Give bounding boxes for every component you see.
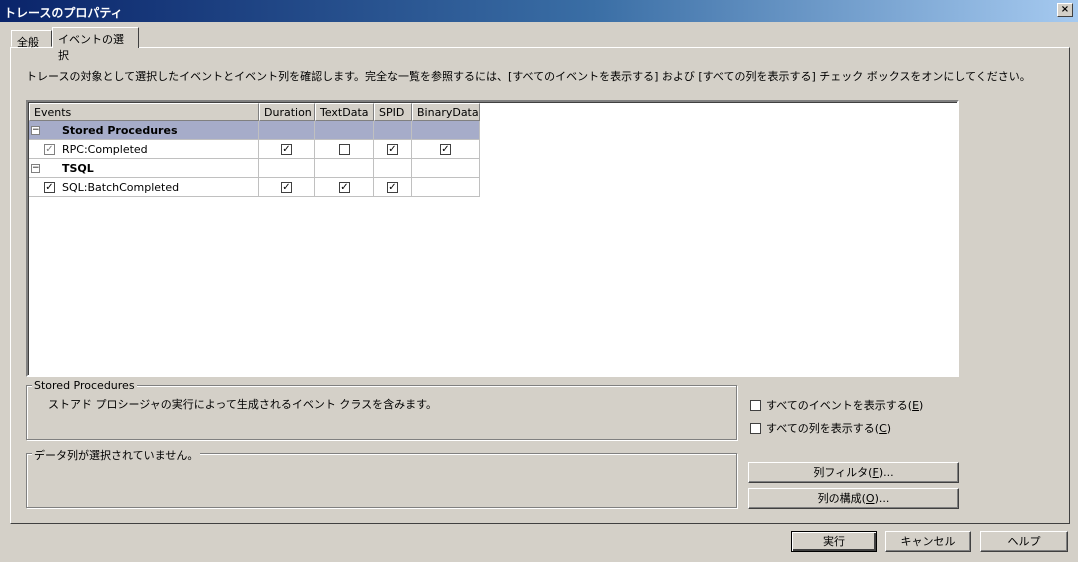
column-info-groupbox: データ列が選択されていません。	[26, 447, 737, 508]
collapse-icon[interactable]: −	[31, 126, 40, 135]
row-cell	[412, 121, 480, 140]
row-cell	[259, 121, 315, 140]
row-cell: ✓	[374, 140, 412, 159]
show-all-columns-option[interactable]: すべての列を表示する(C)	[750, 420, 891, 436]
organize-columns-button[interactable]: 列の構成(O)...	[748, 488, 959, 509]
spid-checkbox[interactable]: ✓	[387, 144, 398, 155]
grid-row-group[interactable]: − Stored Procedures	[29, 121, 480, 140]
instruction-text: トレースの対象として選択したイベントとイベント列を確認します。完全な一覧を参照す…	[26, 70, 1031, 83]
column-info-title: データ列が選択されていません。	[32, 447, 201, 463]
spid-checkbox[interactable]: ✓	[387, 182, 398, 193]
group-label: TSQL	[62, 162, 94, 175]
description-groupbox: Stored Procedures ストアド プロシージャの実行によって生成され…	[26, 379, 737, 440]
column-filter-label-post: )...	[878, 466, 894, 479]
row-cell	[412, 178, 480, 197]
run-button[interactable]: 実行	[791, 531, 877, 552]
row-cell	[374, 159, 412, 178]
row-cell: ✓	[412, 140, 480, 159]
show-all-columns-label-post: )	[886, 422, 892, 435]
row-cell: ✓	[259, 178, 315, 197]
event-checkbox[interactable]: ✓	[44, 144, 55, 155]
organize-columns-accel: O	[865, 492, 875, 505]
show-all-columns-checkbox[interactable]	[750, 422, 761, 434]
tab-event-selection[interactable]: イベントの選択	[52, 27, 139, 62]
organize-columns-label-post: )...	[874, 492, 890, 505]
show-all-events-option[interactable]: すべてのイベントを表示する(E)	[750, 397, 923, 413]
organize-columns-label-pre: 列の構成(	[817, 492, 866, 505]
column-header-textdata[interactable]: TextData	[315, 103, 374, 121]
event-checkbox[interactable]: ✓	[44, 182, 55, 193]
show-all-events-checkbox[interactable]	[750, 399, 761, 411]
duration-checkbox[interactable]: ✓	[281, 144, 292, 155]
show-all-events-accel: E	[912, 399, 920, 412]
cancel-button[interactable]: キャンセル	[885, 531, 971, 552]
group-label: Stored Procedures	[62, 124, 178, 137]
row-cell: ✓	[259, 140, 315, 159]
column-filter-label-pre: 列フィルタ(	[813, 466, 873, 479]
row-cell	[315, 121, 374, 140]
textdata-checkbox[interactable]	[339, 144, 350, 155]
row-event-cell: ✓ SQL:BatchCompleted	[29, 178, 259, 197]
title-bar: トレースのプロパティ ×	[0, 0, 1078, 22]
row-cell: ✓	[315, 178, 374, 197]
textdata-checkbox[interactable]: ✓	[339, 182, 350, 193]
events-grid[interactable]: Events Duration TextData SPID BinaryData…	[26, 100, 959, 377]
column-header-events[interactable]: Events	[29, 103, 259, 121]
grid-row-event[interactable]: ✓ SQL:BatchCompleted ✓ ✓ ✓	[29, 178, 480, 197]
row-cell	[315, 159, 374, 178]
row-cell	[374, 121, 412, 140]
tab-general[interactable]: 全般	[11, 30, 52, 49]
column-header-spid[interactable]: SPID	[374, 103, 412, 121]
row-cell	[259, 159, 315, 178]
event-label: SQL:BatchCompleted	[62, 181, 180, 194]
show-all-events-label-pre: すべてのイベントを表示する(	[766, 399, 913, 412]
show-all-columns-accel: C	[879, 422, 887, 435]
close-button[interactable]: ×	[1057, 3, 1073, 17]
show-all-events-label-post: )	[919, 399, 924, 412]
row-cell	[412, 159, 480, 178]
close-icon: ×	[1060, 4, 1070, 15]
row-event-cell: − Stored Procedures	[29, 121, 259, 140]
show-all-columns-label-pre: すべての列を表示する(	[766, 422, 880, 435]
description-text: ストアド プロシージャの実行によって生成されるイベント クラスを含みます。	[48, 398, 438, 411]
column-header-binarydata[interactable]: BinaryData	[412, 103, 480, 121]
duration-checkbox[interactable]: ✓	[281, 182, 292, 193]
window-title: トレースのプロパティ	[4, 6, 123, 20]
row-event-cell: − TSQL	[29, 159, 259, 178]
binarydata-checkbox[interactable]: ✓	[440, 144, 451, 155]
collapse-icon[interactable]: −	[31, 164, 40, 173]
event-label: RPC:Completed	[62, 143, 148, 156]
help-button[interactable]: ヘルプ	[980, 531, 1068, 552]
description-title: Stored Procedures	[32, 379, 137, 392]
row-cell: ✓	[374, 178, 412, 197]
column-header-duration[interactable]: Duration	[259, 103, 315, 121]
column-filter-button[interactable]: 列フィルタ(F)...	[748, 462, 959, 483]
grid-row-event[interactable]: ✓ RPC:Completed ✓ ✓ ✓	[29, 140, 480, 159]
grid-row-group[interactable]: − TSQL	[29, 159, 480, 178]
row-cell	[315, 140, 374, 159]
row-event-cell: ✓ RPC:Completed	[29, 140, 259, 159]
